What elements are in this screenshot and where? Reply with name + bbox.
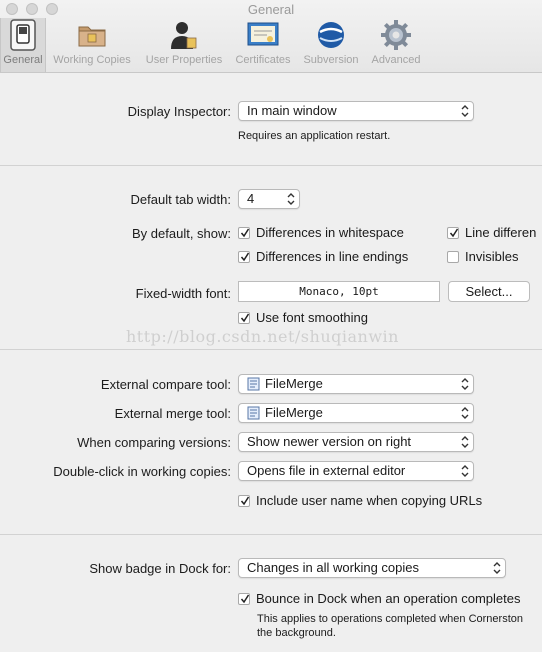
popup-arrows-icon <box>461 436 469 448</box>
dock-badge-value: Changes in all working copies <box>247 560 419 575</box>
whitespace-checkbox-label: Differences in whitespace <box>256 225 404 240</box>
checkmark-icon <box>240 594 250 604</box>
popup-arrows-icon <box>461 378 469 390</box>
fixed-width-font-label: Fixed-width font: <box>135 286 231 301</box>
filemerge-icon <box>247 377 260 391</box>
section-divider <box>0 349 542 350</box>
popup-arrows-icon <box>461 465 469 477</box>
popup-arrows-icon <box>461 105 469 117</box>
double-click-popup[interactable]: Opens file in external editor <box>238 461 474 481</box>
bounce-dock-checkbox[interactable]: Bounce in Dock when an operation complet… <box>238 592 521 606</box>
compare-tool-popup[interactable]: FileMerge <box>238 374 474 394</box>
display-inspector-popup[interactable]: In main window <box>238 101 474 121</box>
popup-arrows-icon <box>461 407 469 419</box>
switch-icon <box>1 18 45 52</box>
checkbox-box <box>238 227 250 239</box>
checkbox-box <box>238 251 250 263</box>
merge-tool-label: External merge tool: <box>114 406 231 421</box>
tab-advanced-label: Advanced <box>371 54 421 66</box>
tab-general[interactable]: General <box>0 18 46 72</box>
restart-note: Requires an application restart. <box>238 130 391 142</box>
invisibles-checkbox[interactable]: Invisibles <box>447 250 518 264</box>
tab-working-copies[interactable]: Working Copies <box>48 18 136 72</box>
gear-icon <box>366 18 426 52</box>
line-differences-checkbox-label: Line differen <box>465 225 537 240</box>
tab-certificates-label: Certificates <box>235 54 291 66</box>
tab-user-properties-label: User Properties <box>145 54 223 66</box>
checkmark-icon <box>240 228 250 238</box>
comparing-versions-label: When comparing versions: <box>77 435 231 450</box>
dock-badge-label: Show badge in Dock for: <box>89 561 231 576</box>
checkmark-icon <box>240 496 250 506</box>
line-endings-checkbox[interactable]: Differences in line endings <box>238 250 408 264</box>
popup-arrows-icon <box>287 193 295 205</box>
line-endings-checkbox-label: Differences in line endings <box>256 249 409 264</box>
tab-width-value: 4 <box>247 191 255 206</box>
select-font-button[interactable]: Select... <box>448 281 530 302</box>
window-toolbar: General General Working Copies User Prop… <box>0 0 542 73</box>
tab-user-properties[interactable]: User Properties <box>140 18 228 72</box>
double-click-value: Opens file in external editor <box>247 463 406 478</box>
bounce-note-line-1: This applies to operations completed whe… <box>257 613 523 625</box>
watermark-text: http://blog.csdn.net/shuqianwin <box>126 327 399 346</box>
font-preview-field: Monaco, 10pt <box>238 281 440 302</box>
comparing-versions-popup[interactable]: Show newer version on right <box>238 432 474 452</box>
tab-general-label: General <box>3 54 43 66</box>
checkbox-box <box>447 251 459 263</box>
certificate-icon <box>230 18 296 52</box>
double-click-label: Double-click in working copies: <box>53 464 231 479</box>
whitespace-checkbox[interactable]: Differences in whitespace <box>238 226 404 240</box>
line-differences-checkbox[interactable]: Line differen <box>447 226 536 240</box>
display-inspector-label: Display Inspector: <box>127 104 231 119</box>
merge-tool-value: FileMerge <box>265 405 323 420</box>
dock-badge-popup[interactable]: Changes in all working copies <box>238 558 506 578</box>
compare-tool-label: External compare tool: <box>100 377 231 392</box>
checkbox-box <box>238 312 250 324</box>
popup-arrows-icon <box>493 562 501 574</box>
section-divider <box>0 165 542 166</box>
font-smoothing-checkbox-label: Use font smoothing <box>256 310 369 325</box>
tab-advanced[interactable]: Advanced <box>366 18 426 72</box>
display-inspector-value: In main window <box>247 103 337 118</box>
filemerge-icon <box>247 406 260 420</box>
include-user-name-checkbox-label: Include user name when copying URLs <box>256 493 483 508</box>
tab-width-popup[interactable]: 4 <box>238 189 300 209</box>
font-smoothing-checkbox[interactable]: Use font smoothing <box>238 311 368 325</box>
folder-icon <box>48 18 136 52</box>
include-user-name-checkbox[interactable]: Include user name when copying URLs <box>238 494 482 508</box>
tab-width-label: Default tab width: <box>130 192 231 207</box>
checkbox-box <box>447 227 459 239</box>
tab-working-copies-label: Working Copies <box>53 54 131 66</box>
bounce-dock-checkbox-label: Bounce in Dock when an operation complet… <box>256 591 521 606</box>
subversion-icon <box>298 18 364 52</box>
section-divider <box>0 534 542 535</box>
bounce-note-line-2: the background. <box>257 627 336 639</box>
checkbox-box <box>238 495 250 507</box>
user-icon <box>140 18 228 52</box>
compare-tool-value: FileMerge <box>265 376 323 391</box>
window-title: General <box>247 2 295 17</box>
checkbox-box <box>238 593 250 605</box>
default-show-label: By default, show: <box>132 226 231 241</box>
checkmark-icon <box>240 313 250 323</box>
merge-tool-popup[interactable]: FileMerge <box>238 403 474 423</box>
invisibles-checkbox-label: Invisibles <box>465 249 519 264</box>
checkmark-icon <box>240 252 250 262</box>
checkmark-icon <box>449 228 459 238</box>
comparing-versions-value: Show newer version on right <box>247 434 412 449</box>
tab-certificates[interactable]: Certificates <box>230 18 296 72</box>
tab-subversion-label: Subversion <box>303 54 359 66</box>
tab-subversion[interactable]: Subversion <box>298 18 364 72</box>
